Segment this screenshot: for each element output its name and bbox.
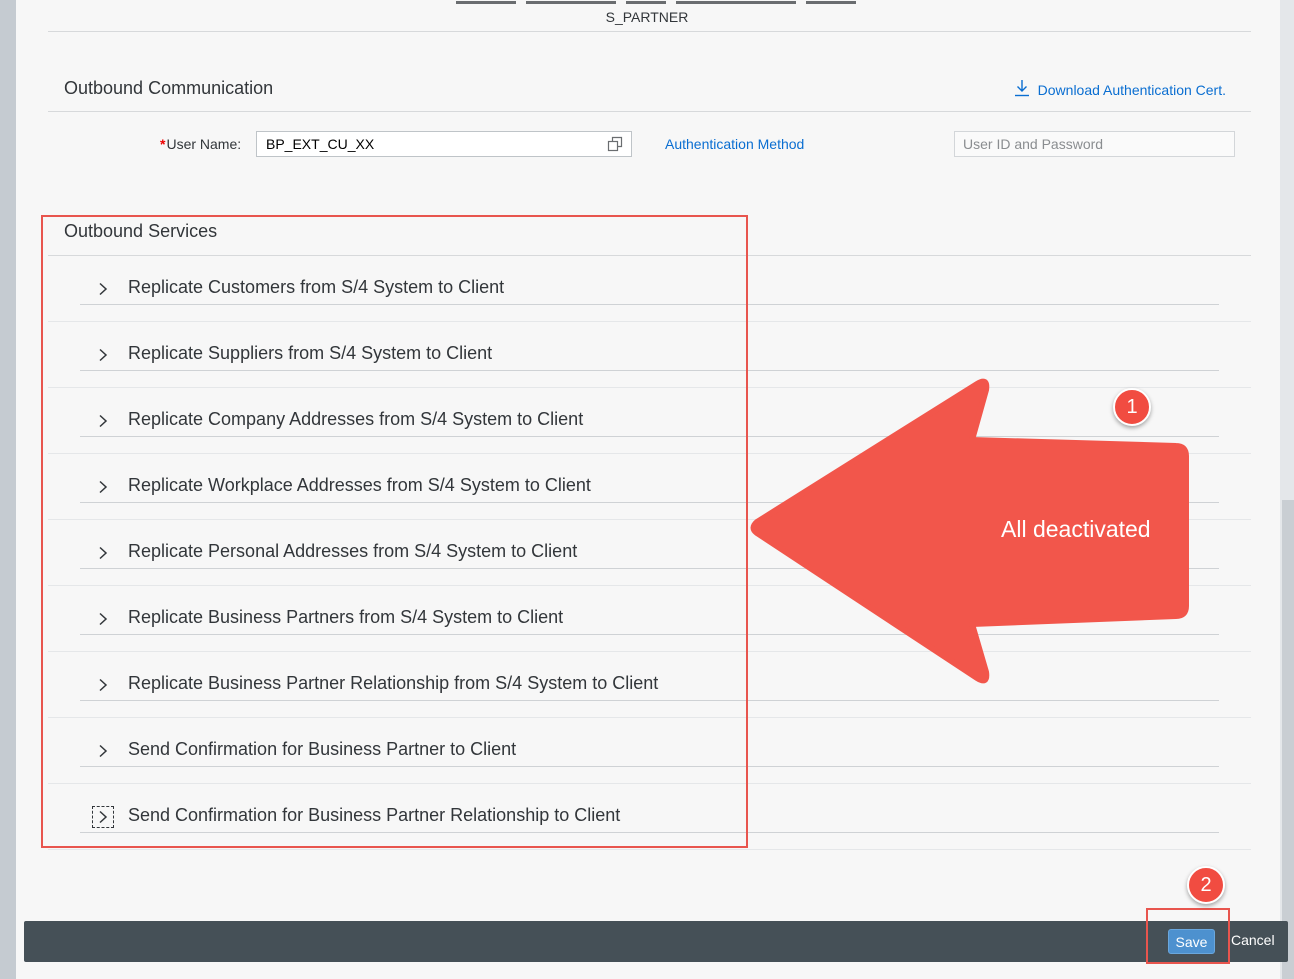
partner-label: S_PARTNER (605, 9, 689, 25)
chevron-right-icon[interactable] (92, 740, 114, 762)
arrow-annotation-text: All deactivated (1001, 516, 1151, 542)
download-link-label: Download Authentication Cert. (1037, 81, 1226, 98)
download-icon (1014, 79, 1030, 100)
service-label: Replicate Suppliers from S/4 System to C… (128, 343, 493, 363)
service-label: Send Confirmation for Business Partner R… (128, 805, 621, 825)
annotation-badge-2: 2 (1187, 866, 1225, 904)
service-label: Replicate Customers from S/4 System to C… (128, 277, 505, 297)
divider (48, 31, 1251, 32)
row-separator (48, 849, 1251, 850)
annotation-badge-1: 1 (1113, 388, 1151, 426)
value-help-icon[interactable] (607, 136, 623, 155)
chevron-right-icon[interactable] (92, 806, 114, 828)
download-authentication-cert-link[interactable]: Download Authentication Cert. (1014, 79, 1226, 100)
chevron-right-icon[interactable] (92, 608, 114, 630)
chevron-right-icon[interactable] (92, 344, 114, 366)
chevron-right-icon[interactable] (92, 410, 114, 432)
divider (48, 111, 1251, 112)
row-underline (80, 766, 1219, 767)
row-underline (80, 304, 1219, 305)
outbound-services-title: Outbound Services (64, 221, 218, 241)
outbound-communication-title: Outbound Communication (64, 78, 274, 98)
authentication-method-field: User ID and Password (954, 131, 1235, 157)
service-label: Replicate Business Partners from S/4 Sys… (128, 607, 564, 627)
save-button[interactable]: Save (1168, 929, 1215, 954)
service-label: Replicate Personal Addresses from S/4 Sy… (128, 541, 578, 561)
service-label: Replicate Company Addresses from S/4 Sys… (128, 409, 584, 429)
user-name-label: *User Name: (160, 136, 242, 152)
chevron-right-icon[interactable] (92, 278, 114, 300)
cut-off-text-fragment (456, 0, 916, 6)
footer-toolbar (24, 921, 1288, 962)
service-row[interactable]: Send Confirmation for Business Partner R… (48, 784, 1251, 850)
chevron-right-icon[interactable] (92, 674, 114, 696)
chevron-right-icon[interactable] (92, 476, 114, 498)
service-label: Send Confirmation for Business Partner t… (128, 739, 517, 759)
row-underline (80, 700, 1219, 701)
service-label: Replicate Workplace Addresses from S/4 S… (128, 475, 591, 495)
service-row[interactable]: Replicate Customers from S/4 System to C… (48, 256, 1251, 322)
service-label: Replicate Business Partner Relationship … (128, 673, 659, 693)
scrollbar[interactable] (1282, 500, 1294, 979)
chevron-right-icon[interactable] (92, 542, 114, 564)
user-name-field[interactable]: BP_EXT_CU_XX (256, 131, 632, 157)
row-underline (80, 832, 1219, 833)
left-background-strip (0, 0, 16, 979)
service-row[interactable]: Send Confirmation for Business Partner t… (48, 718, 1251, 784)
authentication-method-label[interactable]: Authentication Method (665, 136, 804, 152)
user-name-value: BP_EXT_CU_XX (266, 136, 375, 152)
cancel-button[interactable]: Cancel (1231, 932, 1275, 948)
